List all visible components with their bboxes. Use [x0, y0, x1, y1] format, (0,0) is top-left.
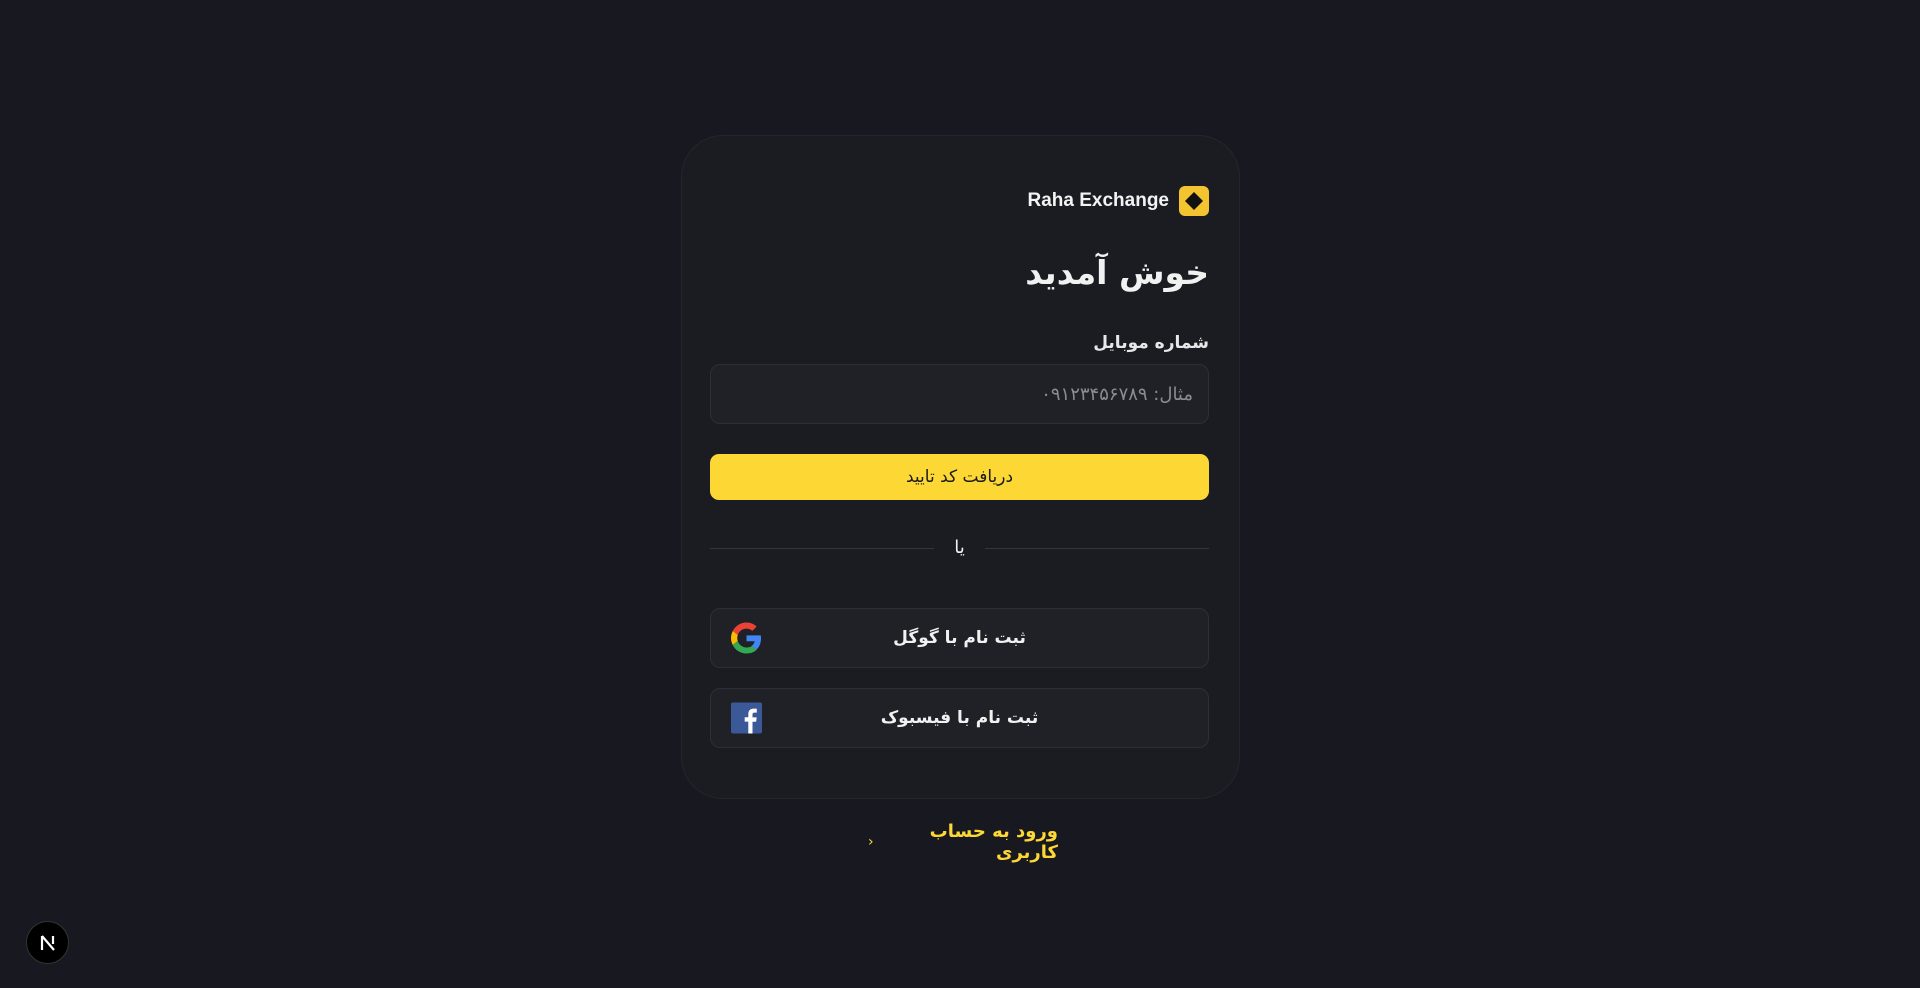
login-link-label: ورود به حساب کاربری	[929, 821, 1058, 863]
facebook-signup-label: ثبت نام با فیسبوک	[880, 708, 1039, 728]
brand: Raha Exchange	[1027, 186, 1209, 216]
google-signup-button[interactable]: ثبت نام با گوگل	[710, 608, 1209, 668]
google-signup-label: ثبت نام با گوگل	[893, 628, 1026, 648]
facebook-signup-button[interactable]: ثبت نام با فیسبوک	[710, 688, 1209, 748]
divider-line	[710, 548, 934, 549]
login-link[interactable]: ورود به حساب کاربری ‹	[868, 821, 1058, 863]
signup-card: Raha Exchange خوش آمدید شماره موبایل دری…	[681, 135, 1240, 799]
brand-logo-icon	[1179, 186, 1209, 216]
nextjs-logo-icon	[40, 934, 55, 951]
brand-name: Raha Exchange	[1027, 190, 1170, 211]
facebook-icon	[731, 702, 762, 734]
phone-input[interactable]	[710, 364, 1209, 424]
nextjs-dev-badge[interactable]	[26, 921, 69, 964]
chevron-left-icon: ‹	[868, 834, 874, 850]
divider-line	[985, 548, 1209, 549]
get-code-button[interactable]: دریافت کد تایید	[710, 454, 1209, 500]
page-title: خوش آمدید	[1025, 253, 1209, 292]
page: Raha Exchange خوش آمدید شماره موبایل دری…	[0, 0, 1920, 988]
phone-label: شماره موبایل	[1093, 333, 1209, 353]
google-icon	[731, 622, 762, 654]
divider-text: یا	[954, 537, 965, 558]
or-divider: یا	[710, 537, 1209, 559]
